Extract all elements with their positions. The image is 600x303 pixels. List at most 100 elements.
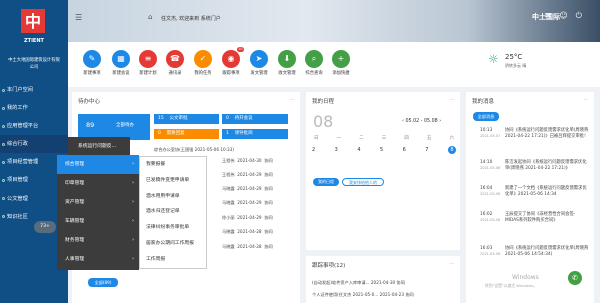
menu-item-assets[interactable]: 资产管理 › (57, 193, 139, 212)
row-date: 2021-04-30 (237, 158, 262, 163)
menu-icon[interactable]: ☰ (75, 13, 82, 22)
tool-tracking[interactable]: ◉ 10 跟踪事项 (217, 47, 245, 76)
message-item[interactable]: 16:03 (480, 246, 492, 251)
activation-notice-text: 转到"设置"以激活 Windows。 (485, 283, 538, 288)
tool-add-shortcut[interactable]: + 添加快捷 (327, 50, 355, 76)
menu-item-seal[interactable]: 印章管理 › (57, 174, 139, 193)
table-row[interactable]: 王程伟 2021-04-29 协同 (222, 172, 273, 178)
message-text[interactable]: 王辰提交了协同《非经营性合同会签-MIDAS系列软件购买合同》 (505, 212, 589, 224)
timer-bubble[interactable]: 73+ (34, 221, 56, 233)
send-doc-icon: ➤ (250, 50, 268, 68)
table-row[interactable]: 马晓霞 2021-04-28 协同 (222, 244, 273, 250)
table-row[interactable]: 综合办公室协(王国强 2021-05-06 10:33) (154, 147, 234, 153)
search-icon[interactable]: ⌕ (532, 11, 544, 20)
calendar-day[interactable]: 3 (335, 147, 338, 154)
watermark-text: Windows (512, 274, 539, 281)
menu-parent-row[interactable]: 系统运行问题反... (68, 137, 130, 156)
submenu-item-manuscript-change[interactable]: 已发稿件变更申请单 (140, 173, 206, 189)
top-header: ☰ ⌂ 任文杰, 欢迎来到 系统门户 中土国际 ⌕✉☺⏻ (68, 0, 600, 42)
sidebar-item-admin[interactable]: 综合行政 (0, 135, 68, 154)
calendar-tab-assigned[interactable]: 我安排给他人的 (342, 178, 384, 186)
sidebar-item-portal[interactable]: 本门户空间 (0, 81, 68, 99)
table-row[interactable]: 王程伟 2021-04-30 协同 (222, 158, 273, 164)
bullet-icon (2, 160, 5, 164)
bullet-icon (2, 142, 5, 146)
tool-my-tasks[interactable]: ✓ 我的任务 (189, 50, 217, 76)
table-row[interactable]: 徐小丽 2021-04-29 协同 (222, 215, 273, 221)
submenu-item-home-office-report[interactable]: 居家办公期间工作周报 (140, 236, 206, 252)
messages-tab[interactable]: 全部消息 (473, 112, 499, 121)
home-icon[interactable]: ⌂ (148, 13, 152, 21)
calendar-day[interactable]: 4 (357, 147, 360, 154)
tool-receive-docs[interactable]: ⬇ 收文管理 (273, 50, 301, 76)
row-date: 2021-04-28 (237, 229, 262, 234)
chevron-right-icon: › (132, 238, 134, 243)
message-item[interactable]: 10:13 (480, 128, 492, 133)
chat-button[interactable]: ✆ (568, 271, 582, 285)
message-item[interactable]: 16:04 (480, 186, 492, 191)
tool-new-meeting[interactable]: ▦ 新建会议 (107, 50, 135, 76)
submenu-item-meal[interactable]: 我要报餐 (140, 157, 206, 173)
tab-label: 全部消息 (477, 114, 495, 119)
tool-new-plan[interactable]: ≡ 新建计划 (134, 50, 162, 76)
next-week-icon[interactable]: › (438, 119, 441, 124)
table-row[interactable]: 马晓霞 2021-04-29 协同 (222, 200, 273, 206)
tool-label: 综合查询 (305, 71, 323, 76)
tool-contacts[interactable]: ☎ 通讯录 (161, 50, 189, 76)
table-row[interactable]: 个人证件使用(任文杰 2021-05-0... 2021-04-23 协同 (312, 292, 414, 298)
message-date: 2021-05-06 (480, 192, 501, 196)
user-icon[interactable]: ☺ (559, 11, 575, 20)
submenu-item-legal-approval[interactable]: 法律纠纷事务审批单 (140, 220, 206, 236)
calendar-day[interactable]: 6 (403, 147, 406, 154)
pending-all-tab: 全部待办 (116, 123, 134, 128)
menu-item-hr[interactable]: 人事管理 › (57, 250, 139, 269)
stat-number: 0 (158, 131, 161, 136)
menu-item-finance[interactable]: 财务管理 › (57, 231, 139, 250)
more-icon[interactable]: ··· (449, 97, 454, 103)
message-text[interactable]: 协同《系统运行问题反馈需求优化单(周晓燕2021-05-06 14:54:34) (505, 246, 589, 258)
message-text[interactable]: 陈洁发起协同《系统运行问题反馈需求优化单(周晓燕 2021-04-22 17:2… (505, 160, 589, 172)
message-text[interactable]: 协同《系统运行问题反馈需求优化单(周晓燕 2021-04-22 17:21)》已… (505, 128, 589, 140)
sidebar-item-app-platform[interactable]: 应用管理平台 (0, 117, 68, 135)
tracking-badge: 10 (236, 47, 244, 52)
tool-label: 新建计划 (139, 71, 157, 76)
message-item[interactable]: 14:10 (480, 160, 492, 165)
calendar-day[interactable]: 7 (425, 147, 428, 154)
more-icon[interactable]: ··· (583, 97, 588, 103)
message-item[interactable]: 16:02 (480, 212, 492, 217)
submenu-item-wine-request[interactable]: 酒水用用申请单 (140, 189, 206, 205)
message-text[interactable]: 新建了一个文档《系统运行问题反馈需求优化单》2021-05-06 14:34 (505, 186, 589, 198)
row-name: 王程伟 (222, 172, 235, 177)
stat-label: 领导批阅 (234, 131, 253, 136)
submenu-item-wine-return[interactable]: 酒水归还登记单 (140, 204, 206, 220)
more-icon[interactable]: ··· (289, 97, 294, 103)
mail-icon[interactable]: ✉ (545, 11, 560, 20)
calendar-day[interactable]: 5 (380, 147, 383, 154)
more-icon[interactable]: ··· (449, 261, 454, 267)
table-row[interactable]: 马晓霞 2021-04-28 协同 (222, 229, 273, 235)
stat-meetings[interactable]: 0 待开会议 (222, 114, 288, 124)
sidebar-item-my-work[interactable]: 我的工作 (0, 99, 68, 117)
pending-footer-tab[interactable]: 全部(89) (88, 278, 118, 287)
stat-leader-review[interactable]: 1 领导批阅 (222, 129, 288, 139)
tool-new-item[interactable]: ✎ 新建事项 (78, 50, 106, 76)
calendar-tab-mine[interactable]: 我的日程 (313, 178, 339, 186)
tracking-title: 跟踪事项(12) (312, 263, 346, 269)
calendar-day[interactable]: 2 (312, 147, 315, 154)
message-time: 16:04 (480, 186, 493, 191)
table-row[interactable]: 马晓霞 2021-04-29 协同 (222, 186, 273, 192)
submenu-item-weekly-report[interactable]: 工作周报 (140, 252, 206, 268)
calendar-day-selected[interactable]: 8 (447, 145, 456, 154)
tool-search[interactable]: ⌕ 综合查询 (300, 50, 328, 76)
stat-doc-approval[interactable]: 15 公文审批 (154, 114, 219, 124)
menu-item-vehicles[interactable]: 车辆管理 › (57, 212, 139, 231)
stat-replies[interactable]: 0 需要回复 (154, 129, 219, 139)
menu-item-general[interactable]: 综合管理 › (57, 155, 139, 174)
row-date: 2021-04-30 (370, 280, 396, 285)
company-name: 中土大地国际建筑设计有限 公司 (2, 57, 66, 71)
chevron-right-icon: › (132, 219, 134, 224)
power-icon[interactable]: ⏻ (576, 11, 590, 20)
table-row[interactable]: (自动发起)软件资产入库审请... 2021-04-30 协同 (312, 280, 405, 286)
tool-send-docs[interactable]: ➤ 发文管理 (245, 50, 273, 76)
sidebar-item-label: 综合行政 (7, 141, 28, 148)
